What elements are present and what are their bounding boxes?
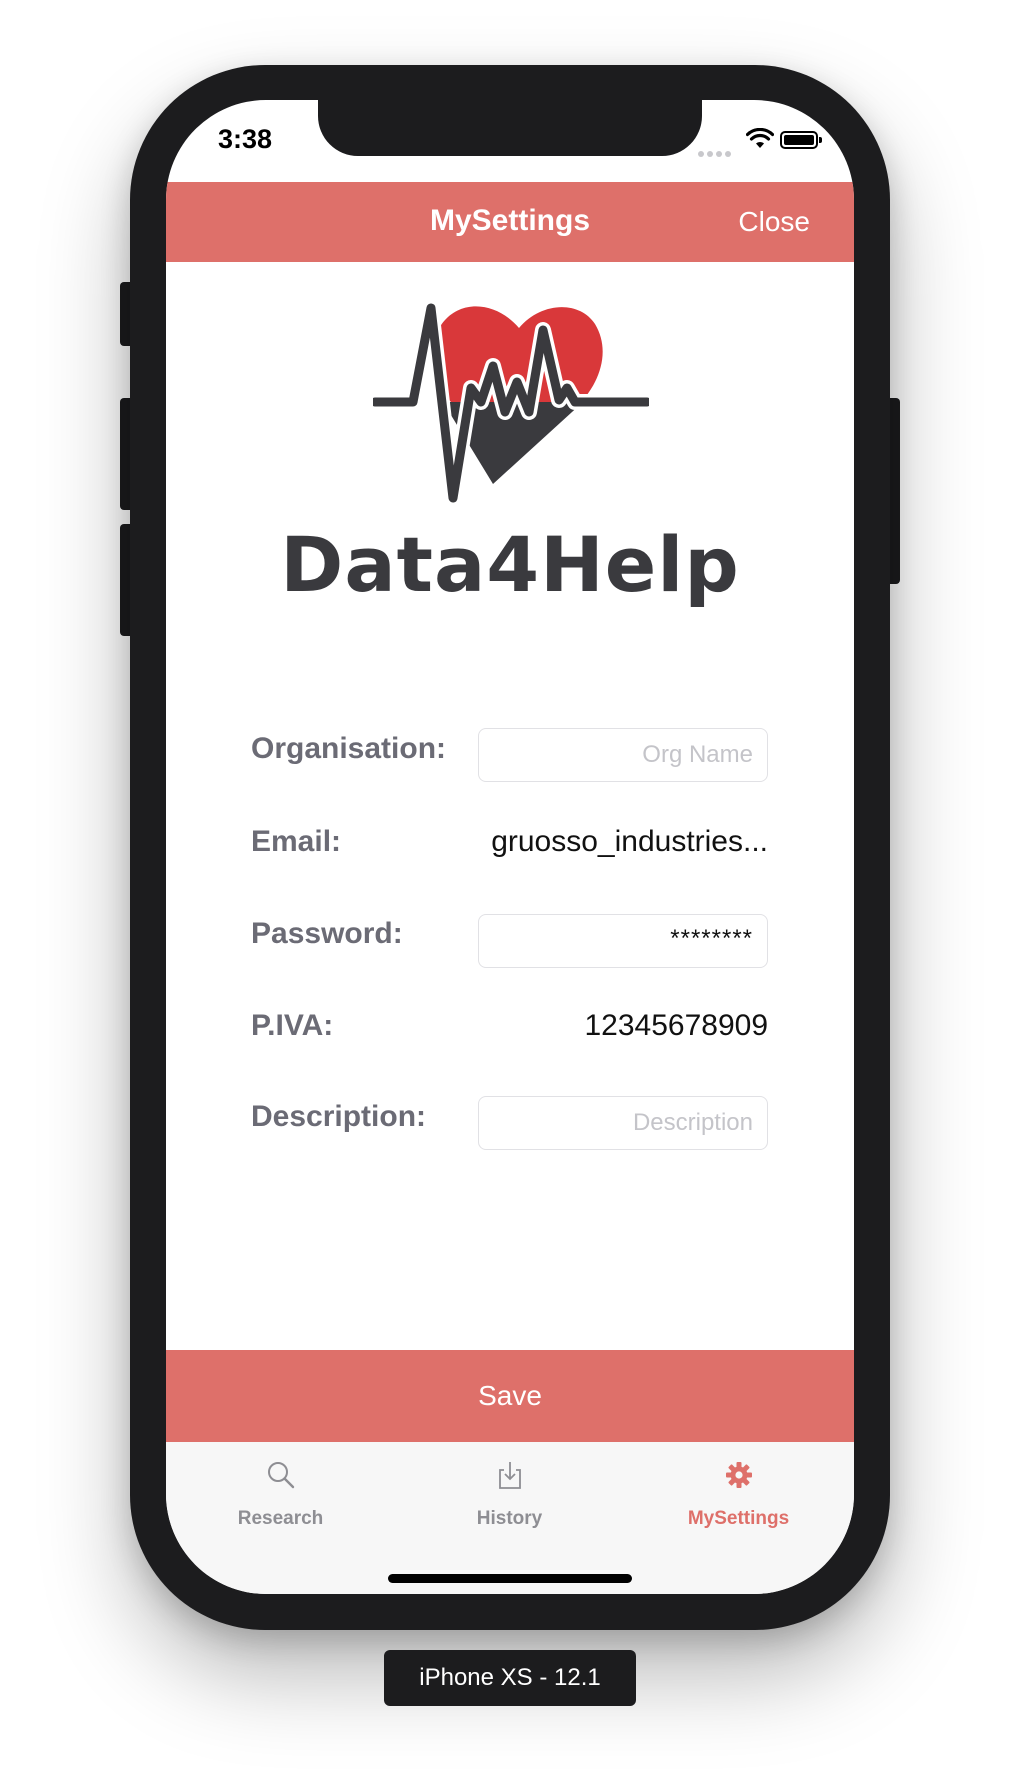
organisation-label: Organisation: [251,732,447,765]
wifi-icon [746,128,774,148]
simulator-device-label: iPhone XS - 12.1 [384,1650,636,1706]
tab-mysettings[interactable]: MySettings [624,1442,853,1562]
notch [318,100,702,156]
home-indicator [388,1574,632,1583]
heartbeat-logo-icon [373,302,649,506]
password-field[interactable]: ******** [478,914,768,968]
save-button[interactable]: Save [166,1350,854,1442]
close-button[interactable]: Close [738,206,810,238]
organisation-field[interactable]: Org Name [478,728,768,782]
navigation-bar: MySettings Close [166,182,854,262]
email-label: Email: [251,825,342,858]
download-tray-icon [498,1462,521,1489]
description-label: Description: [251,1100,427,1133]
logo-wordmark: Data4Help [280,520,740,609]
organisation-placeholder: Org Name [642,741,753,768]
description-placeholder: Description [632,1109,753,1136]
email-value: gruosso_industries... [491,825,768,858]
description-field[interactable]: Description [478,1096,768,1150]
gear-icon [725,1462,752,1488]
password-label: Password: [251,917,403,950]
tab-research-label: Research [237,1508,324,1529]
screen: 3:38 MySettings Close Data4Help Organisa… [166,100,854,1594]
status-time: 3:38 [218,124,273,154]
signal-icon [698,144,734,162]
tab-research[interactable]: Research [166,1442,395,1562]
tab-bar: Research History MySettings [166,1442,854,1594]
tab-history-label: History [476,1508,543,1529]
piva-value: 12345678909 [584,1009,768,1042]
tab-history[interactable]: History [395,1442,624,1562]
password-value: ******** [670,925,753,952]
battery-icon [780,131,822,149]
status-icons [698,128,828,157]
piva-label: P.IVA: [251,1009,334,1042]
tab-mysettings-label: MySettings [687,1508,790,1529]
search-icon [267,1462,294,1489]
